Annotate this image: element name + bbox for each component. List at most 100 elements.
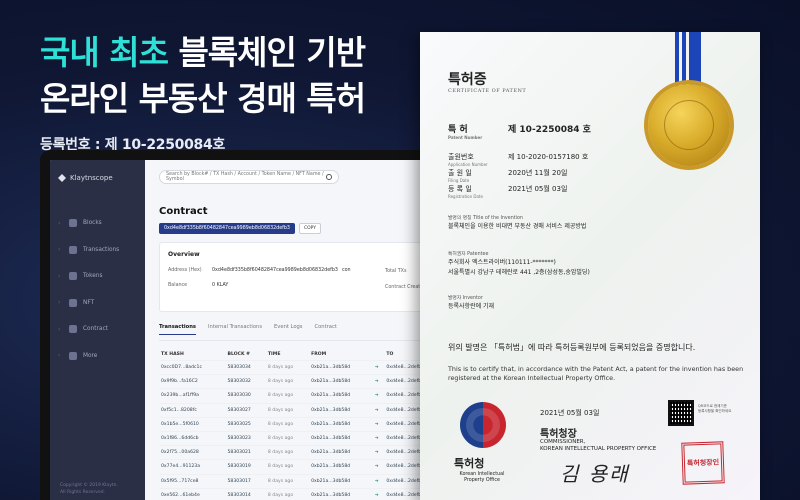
app-label: 출원번호 Application Number <box>448 152 508 167</box>
tx-age: 8 days ago <box>265 388 310 404</box>
tx-hash[interactable]: 0xf5c1...8208fc <box>159 402 226 418</box>
sidebar-item-contract[interactable]: › Contract <box>58 316 137 343</box>
col-block: BLOCK # <box>227 352 251 357</box>
tx-hash[interactable]: 0x9f9b...fa16C2 <box>159 374 226 389</box>
table-row[interactable]: 0x9f9b...fa16C2 58303032 8 days ago 0xb21a.… <box>159 374 446 389</box>
tx-hash[interactable]: 0x1b5e...5f0610 <box>159 416 226 432</box>
tx-age: 8 days ago <box>265 430 310 446</box>
tx-hash[interactable]: 0x5f95...717ce8 <box>159 473 226 489</box>
signature: 김 용래 <box>560 462 630 486</box>
from-address[interactable]: 0xb21a...3db58d <box>309 487 373 500</box>
block-number[interactable]: 58303032 <box>225 374 266 389</box>
table-row[interactable]: 0x1b5e...5f0610 58303025 8 days ago 0xb21a.… <box>159 416 446 432</box>
sidebar-item-more[interactable]: › More <box>58 343 137 370</box>
reg-label: 등 록 일 Registration Date <box>448 184 508 199</box>
overview-title: Overview <box>168 251 200 258</box>
main-content: Search by Block# / TX Hash / Account / T… <box>145 160 460 500</box>
commissioner: COMMISSIONER, KOREAN INTELLECTUAL PROPER… <box>540 439 656 453</box>
table-row[interactable]: 0x239b...af1ff9a 58303030 8 days ago 0xb21a… <box>159 388 446 404</box>
tx-hash[interactable]: 0xcc0D7...8adc1c <box>159 359 226 375</box>
tab-event-logs[interactable]: Event Logs <box>274 324 302 335</box>
field-value[interactable]: 0xd4e8df335b8f60482847cea9989eb8d06832de… <box>212 268 338 273</box>
emblem-label-en-line: Property Office <box>464 478 500 483</box>
direction-arrow-icon: ➜ <box>372 402 385 418</box>
owner-address: 서울특별시 강남구 테헤란로 441 ,2층(삼성동,숭암빌딩) <box>448 269 590 276</box>
owner-label: 특허권자 Patentee <box>448 252 489 257</box>
chevron-right-icon: › <box>58 325 61 333</box>
search-icon[interactable] <box>326 174 332 180</box>
block-number[interactable]: 58303034 <box>225 359 266 375</box>
tx-hash[interactable]: 0x77e4...91123a <box>159 459 226 474</box>
sidebar-item-tokens[interactable]: › Tokens <box>58 263 137 290</box>
commissioner-line: COMMISSIONER, <box>540 439 586 445</box>
sidebar-item-label: Contract <box>83 326 108 333</box>
tx-hash[interactable]: 0xe562...61eb4e <box>159 487 226 500</box>
sidebar-item-blocks[interactable]: › Blocks <box>58 210 137 237</box>
table-row[interactable]: 0xe562...61eb4e 58303014 8 days ago 0xb21a.… <box>159 487 446 500</box>
from-address[interactable]: 0xb21a...3db58d <box>309 445 373 460</box>
col-tx-hash: TX HASH <box>161 352 184 357</box>
direction-arrow-icon: ➜ <box>372 445 385 460</box>
from-address[interactable]: 0xb21a...3db58d <box>309 359 373 375</box>
from-address[interactable]: 0xb21a...3db58d <box>309 374 373 389</box>
sidebar-item-nft[interactable]: › NFT <box>58 290 137 317</box>
copyright-line: Copyright © 2019 Klaytn. <box>60 483 118 488</box>
patent-label-en: Patent Number <box>448 135 483 140</box>
from-address[interactable]: 0xb21a...3db58d <box>309 430 373 446</box>
patent-number: 제 10-2250084 호 <box>508 125 591 135</box>
overview-card: Overview Address (Hex) 0xd4e8df335b8f604… <box>159 242 446 312</box>
tx-hash[interactable]: 0x1f86...6dd6cb <box>159 430 226 446</box>
direction-arrow-icon: ➜ <box>372 459 385 474</box>
total-txs-label: Total TXs <box>385 269 407 274</box>
inventor-label: 발명자 Inventor <box>448 296 483 301</box>
table-row[interactable]: 0xf5c1...8208fc 58303027 8 days ago 0xb21a.… <box>159 402 446 418</box>
brand[interactable]: Klaytnscope <box>58 174 137 182</box>
inventor-value: 등록사항란에 기재 <box>448 303 495 310</box>
owner-name: 주식회사 엑스트라이버(110111-*******) <box>448 259 556 266</box>
tab-transactions[interactable]: Transactions <box>159 324 196 335</box>
table-row[interactable]: 0xcc0D7...8adc1c 58303034 8 days ago 0xb21a… <box>159 359 446 375</box>
table-row[interactable]: 0x2f75...00a628 58303021 8 days ago 0xb21a.… <box>159 445 446 460</box>
filing-label-ko: 출 원 일 <box>448 169 472 177</box>
official-stamp: 특허청장인 <box>681 441 725 485</box>
table-row[interactable]: 0x1f86...6dd6cb 58303023 8 days ago 0xb21a.… <box>159 430 446 446</box>
headline: 국내 최초 블록체인 기반 온라인 부동산 경매 특허 등록번호 : 제 10-… <box>40 30 420 154</box>
tab-internal-transactions[interactable]: Internal Transactions <box>208 324 262 335</box>
tx-age: 8 days ago <box>265 374 310 389</box>
tx-hash[interactable]: 0x239b...af1ff9a <box>159 388 226 404</box>
block-number[interactable]: 58303014 <box>225 487 266 500</box>
block-number[interactable]: 58303023 <box>225 430 266 446</box>
block-number[interactable]: 58303025 <box>225 416 266 432</box>
search-input[interactable]: Search by Block# / TX Hash / Account / T… <box>159 170 339 184</box>
from-address[interactable]: 0xb21a...3db58d <box>309 416 373 432</box>
block-number[interactable]: 58303021 <box>225 445 266 460</box>
from-address[interactable]: 0xb21a...3db58d <box>309 473 373 489</box>
table-row[interactable]: 0x5f95...717ce8 58303017 8 days ago 0xb21a.… <box>159 473 446 489</box>
tab-contract[interactable]: Contract <box>315 324 337 335</box>
field-value: 0 KLAY <box>212 283 229 288</box>
block-number[interactable]: 58303017 <box>225 473 266 489</box>
certificate-title-en: CERTIFICATE OF PATENT <box>448 88 527 94</box>
block-number[interactable]: 58303030 <box>225 388 266 404</box>
laptop-mockup: Klaytnscope › Blocks › Transactions › Token… <box>40 150 460 500</box>
table-row[interactable]: 0x77e4...91123a 58303019 8 days ago 0xb21a.… <box>159 459 446 474</box>
reg-date: 2021년 05월 03일 <box>508 185 568 193</box>
qr-note: QR코드로 현재기준 등록사항을 확인하세요 <box>698 404 731 414</box>
sidebar-item-transactions[interactable]: › Transactions <box>58 237 137 264</box>
block-number[interactable]: 58303027 <box>225 402 266 418</box>
from-address[interactable]: 0xb21a...3db58d <box>309 388 373 404</box>
registration-row: 등 록 일 Registration Date 2021년 05월 03일 <box>448 184 567 199</box>
from-address[interactable]: 0xb21a...3db58d <box>309 459 373 474</box>
nft-icon <box>69 298 77 307</box>
field-label: Address (Hex) <box>168 268 202 273</box>
chevron-right-icon: › <box>58 299 61 307</box>
block-number[interactable]: 58303019 <box>225 459 266 474</box>
sidebar-item-label: More <box>83 352 98 359</box>
address-row: 0xd4e8df335b8f60482847cea9989eb8d06832de… <box>159 223 446 234</box>
tx-hash[interactable]: 0x2f75...00a628 <box>159 445 226 460</box>
direction-arrow-icon: ➜ <box>372 359 385 375</box>
copy-button[interactable]: COPY <box>298 223 322 234</box>
direction-arrow-icon: ➜ <box>372 416 385 432</box>
direction-arrow-icon: ➜ <box>372 473 385 489</box>
from-address[interactable]: 0xb21a...3db58d <box>309 402 373 418</box>
